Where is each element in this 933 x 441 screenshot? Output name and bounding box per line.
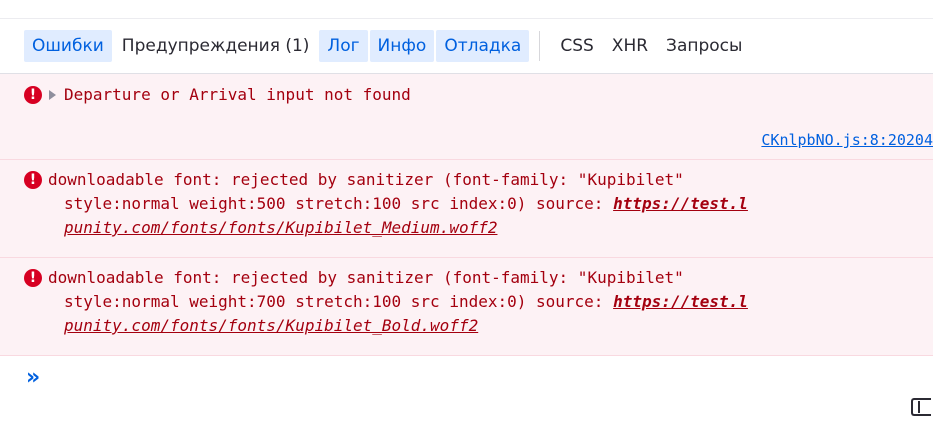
message-text: downloadable font: rejected by sanitizer… xyxy=(48,170,684,189)
message-url-link-continued[interactable]: punity.com/fonts/fonts/Kupibilet_Bold.wo… xyxy=(64,314,478,338)
filter-bar: Ошибки Предупреждения (1) Лог Инфо Отлад… xyxy=(0,18,933,74)
filter-warnings-button[interactable]: Предупреждения (1) xyxy=(114,30,318,62)
message-text-line: style:normal weight:500 stretch:100 src … xyxy=(64,192,748,216)
filter-css-button[interactable]: CSS xyxy=(552,30,601,62)
filter-info-button[interactable]: Инфо xyxy=(369,30,435,62)
message-text: downloadable font: rejected by sanitizer… xyxy=(48,268,684,287)
filter-debug-button[interactable]: Отладка xyxy=(436,30,530,62)
error-icon: ! xyxy=(24,171,42,189)
expand-twisty-icon[interactable] xyxy=(49,90,56,100)
message-text-part: style:normal weight:700 stretch:100 src … xyxy=(64,292,614,311)
message-text-line: style:normal weight:700 stretch:100 src … xyxy=(64,290,748,314)
message-url-link[interactable]: https://test.l xyxy=(613,292,748,311)
message-text-part: style:normal weight:500 stretch:100 src … xyxy=(64,194,614,213)
filter-logs-button[interactable]: Лог xyxy=(319,30,368,62)
message-url-link-continued[interactable]: punity.com/fonts/fonts/Kupibilet_Medium.… xyxy=(64,216,497,240)
filter-requests-button[interactable]: Запросы xyxy=(658,30,750,62)
filter-errors-button[interactable]: Ошибки xyxy=(24,30,112,62)
console-message-error: ! Departure or Arrival input not found C… xyxy=(0,74,933,160)
top-strip xyxy=(0,0,933,18)
error-icon: ! xyxy=(24,269,42,287)
sidebar-toggle-icon[interactable] xyxy=(911,398,931,416)
filter-separator xyxy=(539,31,541,61)
message-source-link[interactable]: CKnlpbNO.js:8:20204 xyxy=(761,131,933,149)
console-message-error: ! downloadable font: rejected by sanitiz… xyxy=(0,160,933,258)
prompt-chevron-icon: » xyxy=(26,365,41,390)
console-input-row[interactable]: » xyxy=(0,358,933,416)
message-url-link[interactable]: https://test.l xyxy=(613,194,748,213)
error-icon: ! xyxy=(24,86,42,104)
console-message-error: ! downloadable font: rejected by sanitiz… xyxy=(0,258,933,356)
message-text: Departure or Arrival input not found xyxy=(64,85,411,104)
filter-xhr-button[interactable]: XHR xyxy=(604,30,656,62)
console-panel: Ошибки Предупреждения (1) Лог Инфо Отлад… xyxy=(0,0,933,441)
